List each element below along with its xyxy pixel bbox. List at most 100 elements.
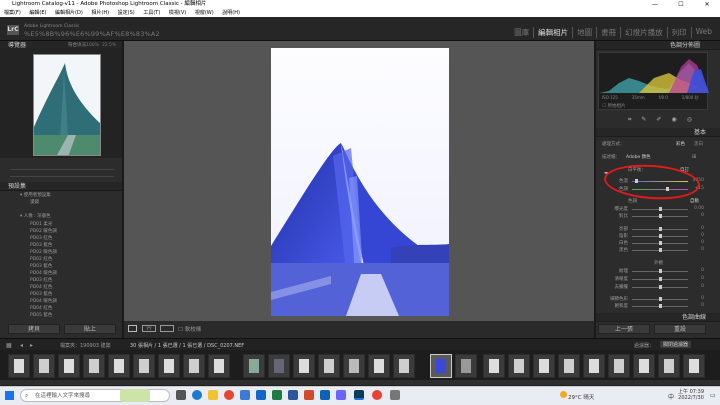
preset-group-user[interactable]: ▾ 使用者預設集 — [20, 192, 51, 198]
filmstrip-thumbnail[interactable] — [608, 354, 630, 378]
filmstrip-scrollbar[interactable] — [0, 380, 720, 385]
filmstrip-thumbnail[interactable] — [318, 354, 340, 378]
soft-proof-toggle[interactable]: ☐ 軟校樣 — [178, 325, 201, 333]
lightroom-taskbar-icon[interactable] — [354, 390, 364, 400]
preset-item[interactable]: PD03 藍色 — [30, 263, 52, 269]
preset-item[interactable]: PD02 暖色調 — [30, 228, 57, 234]
filmstrip-thumbnail[interactable] — [268, 354, 290, 378]
preset-item[interactable]: PD02 暖色調 — [30, 249, 57, 255]
module-map[interactable]: 地圖 — [573, 27, 598, 38]
menu-develop[interactable]: 編輯相片(D) — [55, 10, 83, 16]
paste-settings-button[interactable]: 貼上 — [64, 324, 116, 334]
highlights-slider[interactable]: 亮部 0 — [602, 226, 704, 232]
menu-edit[interactable]: 編輯(E) — [29, 10, 46, 16]
loupe-view-icon[interactable] — [128, 325, 137, 332]
filmstrip-thumbnail[interactable] — [658, 354, 680, 378]
chrome-profile-icon[interactable] — [372, 390, 382, 400]
filmstrip-thumbnail[interactable] — [533, 354, 555, 378]
main-photo[interactable] — [271, 48, 449, 316]
preset-item[interactable]: 濾鏡 — [30, 199, 39, 205]
preset-item[interactable]: PD04 暖色調 — [30, 298, 57, 304]
filmstrip-thumbnail[interactable] — [558, 354, 580, 378]
folder-info[interactable]: 檔案夾：190903 建築 — [60, 342, 111, 349]
filmstrip-thumbnail[interactable] — [393, 354, 415, 378]
preset-item[interactable]: PD01 柔光 — [30, 221, 52, 227]
preset-item[interactable]: PD03 藍色 — [30, 242, 52, 248]
module-print[interactable]: 列印 — [668, 27, 692, 38]
tone-curve-header[interactable]: 色調曲線 — [596, 313, 720, 322]
texture-slider[interactable]: 紋理 0 — [602, 268, 704, 274]
shadows-slider[interactable]: 陰影 0 — [602, 233, 704, 239]
task-view-icon[interactable] — [176, 390, 186, 400]
filmstrip-thumbnail[interactable] — [33, 354, 55, 378]
spot-removal-icon[interactable]: ✎ — [641, 116, 646, 124]
prev-arrow-icon[interactable]: ◂ — [20, 342, 23, 349]
filmstrip-thumbnail[interactable] — [343, 354, 365, 378]
filmstrip-thumbnail[interactable] — [158, 354, 180, 378]
module-web[interactable]: Web — [692, 27, 716, 38]
profile-browser-icon[interactable]: ⊞ — [692, 154, 696, 160]
exposure-slider[interactable]: 曝光度 0.00 — [602, 206, 705, 212]
preset-item[interactable]: PD04 暖色調 — [30, 270, 57, 276]
brush-icon[interactable]: ✐ — [656, 116, 661, 124]
reset-button[interactable]: 重設 — [654, 324, 706, 334]
copy-settings-button[interactable]: 拷貝 — [8, 324, 60, 334]
view-mode-dropdown[interactable] — [160, 325, 174, 332]
filmstrip-thumbnail[interactable] — [208, 354, 230, 378]
filmstrip-thumbnail[interactable] — [483, 354, 505, 378]
word-icon[interactable] — [288, 390, 298, 400]
filmstrip-thumbnail[interactable] — [58, 354, 80, 378]
menu-window[interactable]: 視窗(W) — [195, 10, 214, 16]
mail-icon[interactable] — [256, 390, 266, 400]
auto-tone-button[interactable]: 自動 — [690, 198, 699, 204]
maximize-button[interactable]: ☐ — [668, 0, 694, 9]
settings-icon[interactable] — [390, 390, 400, 400]
menu-view[interactable]: 檢視(V) — [169, 10, 186, 16]
chrome-icon[interactable] — [224, 390, 234, 400]
ime-indicator[interactable]: 中 — [668, 392, 674, 401]
menu-settings[interactable]: 設定(S) — [118, 10, 135, 16]
module-library[interactable]: 圖庫 — [510, 27, 535, 38]
blacks-slider[interactable]: 黑色 0 — [602, 247, 704, 253]
basic-header[interactable]: 基本 — [596, 128, 720, 137]
minimize-button[interactable]: — — [642, 0, 668, 9]
filmstrip-thumbnail[interactable] — [683, 354, 705, 378]
clock[interactable]: 上午 07:39 2022/7/30 — [678, 388, 704, 401]
module-develop[interactable]: 編輯相片 — [534, 27, 574, 38]
edge-icon[interactable] — [192, 390, 202, 400]
filmstrip-thumbnail[interactable] — [108, 354, 130, 378]
filmstrip-thumbnail[interactable] — [583, 354, 605, 378]
whites-slider[interactable]: 白色 0 — [602, 240, 704, 246]
saturation-slider[interactable]: 飽和度 0 — [602, 303, 705, 309]
menu-file[interactable]: 檔案(F) — [4, 10, 21, 16]
preset-item[interactable]: PD03 紅色 — [30, 277, 52, 283]
preset-item[interactable]: PD04 紅色 — [30, 305, 52, 311]
grid-view-icon[interactable]: ▦ — [6, 342, 12, 349]
crop-icon[interactable]: ⌗ — [628, 116, 631, 124]
module-book[interactable]: 書冊 — [597, 27, 622, 38]
menu-tools[interactable]: 工具(T) — [143, 10, 160, 16]
vibrance-slider[interactable]: 細節色彩 0 — [602, 296, 704, 302]
filmstrip-thumbnail[interactable] — [243, 354, 265, 378]
filmstrip-thumbnail[interactable] — [368, 354, 390, 378]
menu-photo[interactable]: 相片(H) — [91, 10, 109, 16]
preset-item[interactable]: PD04 紅色 — [30, 284, 52, 290]
filmstrip-thumbnail[interactable] — [83, 354, 105, 378]
next-arrow-icon[interactable]: ▸ — [30, 342, 33, 349]
redeye-icon[interactable]: ◉ — [671, 116, 676, 124]
navigator-thumbnail[interactable] — [33, 54, 101, 156]
treatment-bw[interactable]: 黑白 — [694, 141, 703, 147]
notification-icon[interactable]: ▭ — [710, 392, 716, 399]
preset-item[interactable]: PD03 藍色 — [30, 291, 52, 297]
store-icon[interactable] — [240, 390, 250, 400]
filmstrip-thumbnail[interactable] — [183, 354, 205, 378]
preset-item[interactable]: PD02 紅色 — [30, 256, 52, 262]
histogram-header[interactable]: 色調分佈圖 — [596, 41, 720, 50]
filmstrip-thumbnail[interactable] — [293, 354, 315, 378]
photoshop-icon[interactable] — [320, 390, 330, 400]
app-icon[interactable] — [336, 390, 346, 400]
excel-icon[interactable] — [272, 390, 282, 400]
windows-start-icon[interactable] — [5, 391, 14, 400]
dehaze-slider[interactable]: 去朦朧 0 — [602, 284, 705, 290]
presets-header[interactable]: 預設集 — [0, 182, 122, 191]
